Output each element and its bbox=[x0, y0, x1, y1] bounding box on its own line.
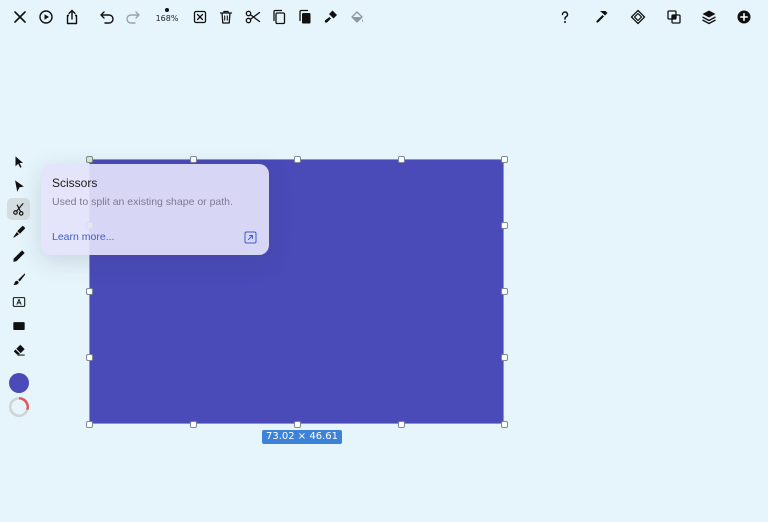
handle-bottom-center[interactable] bbox=[294, 421, 301, 428]
rectangle-tool[interactable] bbox=[7, 315, 30, 337]
handle-left-middle[interactable] bbox=[86, 288, 93, 295]
handle-right-upper[interactable] bbox=[501, 222, 508, 229]
handle-top-center[interactable] bbox=[294, 156, 301, 163]
scissors-icon bbox=[245, 10, 261, 24]
handle-right-lower[interactable] bbox=[501, 354, 508, 361]
boolean-button[interactable] bbox=[663, 6, 685, 28]
pencil-tool[interactable] bbox=[7, 245, 30, 267]
learn-more-link[interactable]: Learn more... bbox=[52, 231, 114, 243]
zoom-indicator[interactable]: 168% bbox=[152, 4, 182, 26]
handle-top-three-quarter[interactable] bbox=[398, 156, 405, 163]
eraser-icon bbox=[13, 344, 25, 356]
zoom-dot bbox=[165, 7, 169, 12]
deselect-icon bbox=[193, 10, 207, 24]
handle-bottom-three-quarter[interactable] bbox=[398, 421, 405, 428]
share-button[interactable] bbox=[61, 6, 83, 28]
external-link-button[interactable] bbox=[244, 231, 257, 244]
tool-tooltip: Scissors Used to split an existing shape… bbox=[41, 164, 269, 255]
copy-button[interactable] bbox=[268, 6, 290, 28]
undo-icon bbox=[100, 11, 114, 24]
handle-left-lower[interactable] bbox=[86, 354, 93, 361]
help-button[interactable] bbox=[554, 6, 576, 28]
handle-top-left[interactable] bbox=[86, 156, 93, 163]
handle-top-right[interactable] bbox=[501, 156, 508, 163]
paint-bucket-icon bbox=[351, 11, 363, 23]
inspector-button[interactable] bbox=[591, 6, 613, 28]
arrow-pointer-icon bbox=[15, 156, 23, 168]
cut-button[interactable] bbox=[242, 6, 264, 28]
layers-icon bbox=[702, 10, 716, 25]
scissors-tool[interactable] bbox=[7, 198, 30, 220]
pen-tool[interactable] bbox=[7, 221, 30, 243]
close-icon bbox=[14, 11, 26, 23]
eraser-tool[interactable] bbox=[7, 339, 30, 361]
hammer-icon bbox=[596, 11, 608, 23]
handle-bottom-left[interactable] bbox=[86, 421, 93, 428]
paste-button[interactable] bbox=[294, 6, 316, 28]
close-button[interactable] bbox=[9, 6, 31, 28]
arrange-button[interactable] bbox=[627, 6, 649, 28]
style-paste-button[interactable] bbox=[346, 6, 368, 28]
external-link-icon bbox=[244, 231, 257, 244]
zoom-label: 168% bbox=[155, 13, 179, 23]
diamond-icon bbox=[630, 9, 646, 25]
redo-button[interactable] bbox=[122, 6, 144, 28]
dimensions-label: 73.02 × 46.61 bbox=[262, 430, 342, 444]
pen-nib-icon bbox=[12, 225, 25, 238]
select-tool[interactable] bbox=[7, 151, 30, 173]
paint-brush-icon bbox=[324, 10, 337, 23]
question-icon bbox=[561, 11, 569, 23]
text-box-icon bbox=[12, 297, 25, 307]
direct-select-tool[interactable] bbox=[7, 175, 30, 197]
squares-overlap-icon bbox=[667, 10, 681, 24]
rectangle-icon bbox=[12, 322, 25, 330]
play-button[interactable] bbox=[35, 6, 57, 28]
add-button[interactable] bbox=[733, 6, 755, 28]
tooltip-description: Used to split an existing shape or path. bbox=[52, 196, 233, 208]
brush-tool[interactable] bbox=[7, 268, 30, 290]
copy-icon bbox=[273, 9, 286, 25]
paste-icon bbox=[299, 9, 311, 24]
plus-circle-icon bbox=[737, 10, 751, 24]
style-copy-button[interactable] bbox=[320, 6, 342, 28]
tooltip-title: Scissors bbox=[52, 176, 98, 190]
handle-bottom-right[interactable] bbox=[501, 421, 508, 428]
text-tool[interactable] bbox=[7, 291, 30, 313]
handle-top-quarter[interactable] bbox=[190, 156, 197, 163]
trash-icon bbox=[219, 10, 233, 24]
handle-right-middle[interactable] bbox=[501, 288, 508, 295]
pencil-icon bbox=[12, 250, 25, 262]
undo-button[interactable] bbox=[96, 6, 118, 28]
play-circle-icon bbox=[39, 10, 53, 24]
share-icon bbox=[66, 9, 78, 25]
redo-icon bbox=[126, 11, 140, 24]
fill-color-swatch[interactable] bbox=[9, 373, 29, 393]
deselect-button[interactable] bbox=[189, 6, 211, 28]
stroke-color-swatch[interactable] bbox=[9, 397, 29, 417]
delete-button[interactable] bbox=[215, 6, 237, 28]
layers-button[interactable] bbox=[698, 6, 720, 28]
arrow-solid-icon bbox=[14, 180, 24, 192]
brush-icon bbox=[12, 273, 25, 285]
handle-bottom-quarter[interactable] bbox=[190, 421, 197, 428]
scissors-icon bbox=[12, 203, 24, 216]
